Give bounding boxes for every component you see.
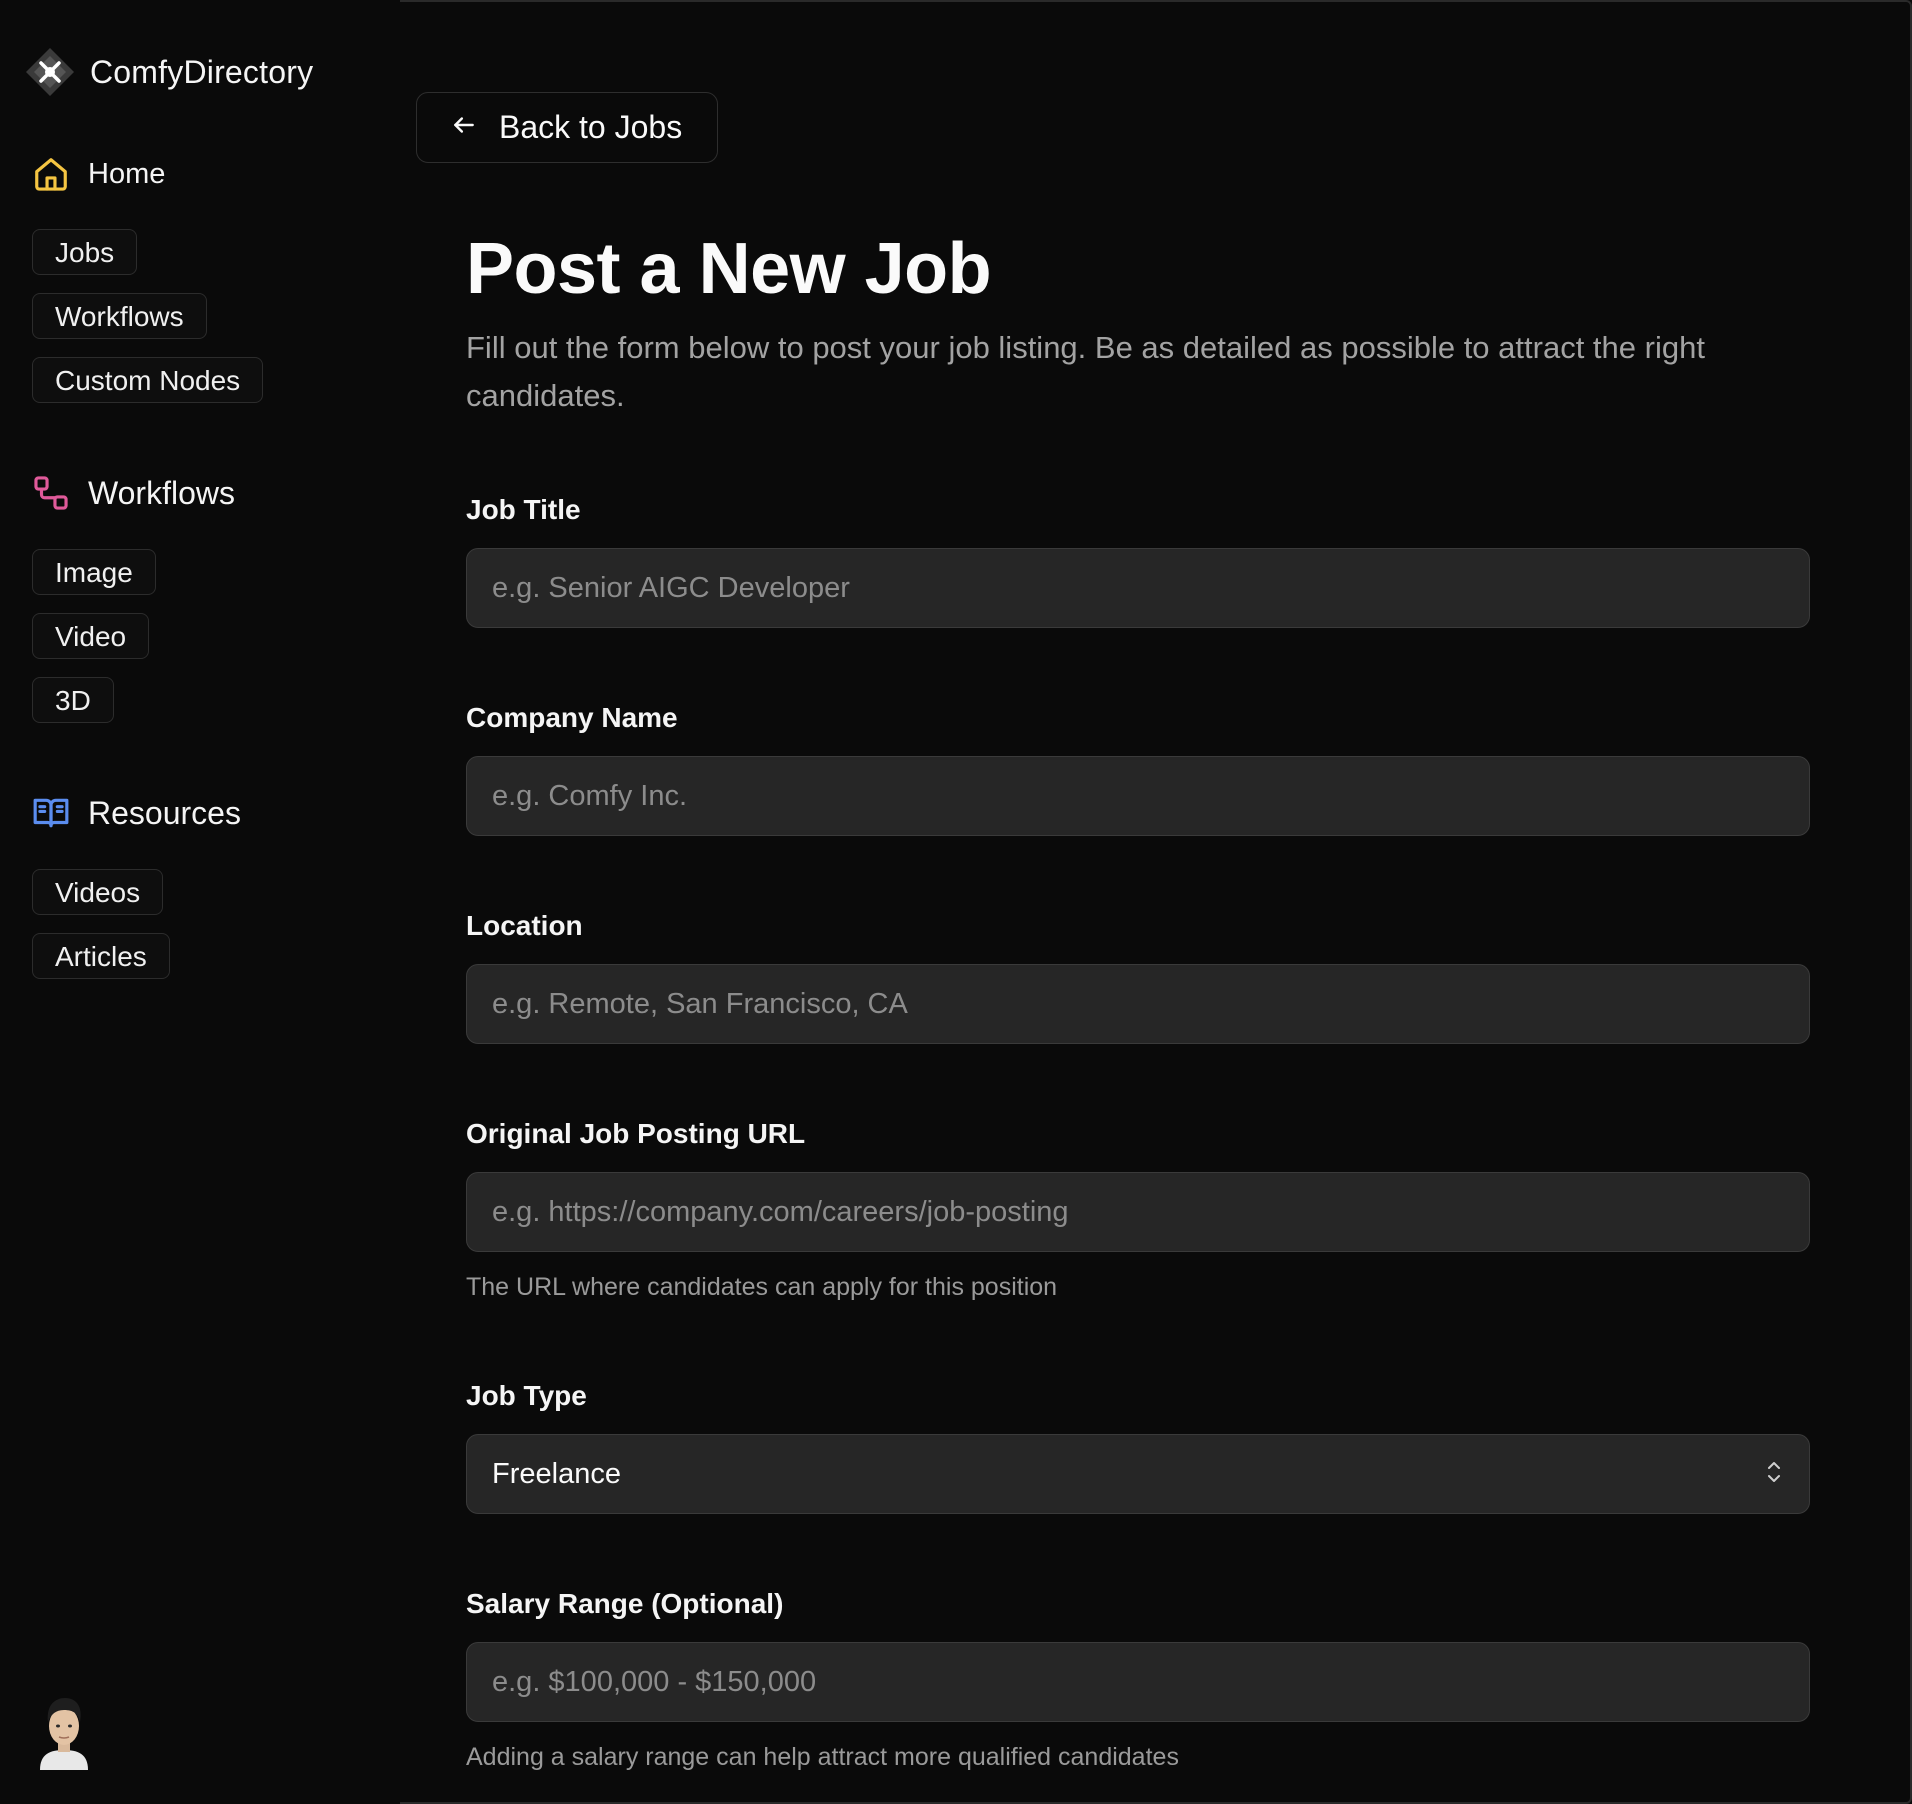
salary-range-hint: Adding a salary range can help attract m… <box>466 1743 1179 1771</box>
arrow-left-icon <box>451 112 477 143</box>
home-icon <box>32 155 70 193</box>
sidebar-resources-label: Resources <box>88 794 241 831</box>
user-avatar[interactable] <box>36 1690 92 1770</box>
brand[interactable]: ComfyDirectory <box>24 46 313 98</box>
salary-range-input[interactable] <box>466 1642 1810 1722</box>
salary-range-label: Salary Range (Optional) <box>466 1588 784 1619</box>
job-title-label: Job Title <box>466 494 581 525</box>
page-title: Post a New Job <box>466 229 992 309</box>
job-type-select[interactable]: Freelance <box>466 1434 1810 1514</box>
location-label: Location <box>466 910 583 941</box>
sidebar-item-custom-nodes[interactable]: Custom Nodes <box>32 357 264 403</box>
sidebar-item-jobs[interactable]: Jobs <box>32 229 138 275</box>
sidebar-item-image[interactable]: Image <box>32 549 156 595</box>
sidebar-section-workflows[interactable]: Workflows <box>32 474 235 512</box>
company-name-input[interactable] <box>466 756 1810 836</box>
comfy-logo-icon <box>24 46 76 98</box>
sidebar-item-articles[interactable]: Articles <box>32 933 170 979</box>
job-title-input[interactable] <box>466 548 1810 628</box>
sidebar-item-videos[interactable]: Videos <box>32 869 164 915</box>
job-type-value: Freelance <box>492 1457 621 1490</box>
job-type-label: Job Type <box>466 1380 587 1411</box>
job-url-label: Original Job Posting URL <box>466 1118 806 1149</box>
sidebar-item-video[interactable]: Video <box>32 613 150 659</box>
sidebar-item-3d[interactable]: 3D <box>32 677 114 723</box>
sidebar-item-workflows[interactable]: Workflows <box>32 293 207 339</box>
sidebar: ComfyDirectory Home Jobs Workflows Custo… <box>0 0 400 1804</box>
book-open-icon <box>32 794 70 832</box>
job-url-hint: The URL where candidates can apply for t… <box>466 1273 1058 1301</box>
sidebar-home-label: Home <box>88 157 166 190</box>
sidebar-section-home[interactable]: Home <box>32 155 165 193</box>
workflow-icon <box>32 474 70 512</box>
job-url-input[interactable] <box>466 1172 1810 1252</box>
brand-name: ComfyDirectory <box>90 53 314 90</box>
location-input[interactable] <box>466 964 1810 1044</box>
back-to-jobs-label: Back to Jobs <box>499 109 683 145</box>
company-name-label: Company Name <box>466 702 678 733</box>
chevron-up-down-icon <box>1764 1459 1784 1490</box>
sidebar-section-resources[interactable]: Resources <box>32 794 241 832</box>
sidebar-workflows-label: Workflows <box>88 474 235 511</box>
back-to-jobs-button[interactable]: Back to Jobs <box>416 92 718 163</box>
page-description: Fill out the form below to post your job… <box>466 330 1705 413</box>
